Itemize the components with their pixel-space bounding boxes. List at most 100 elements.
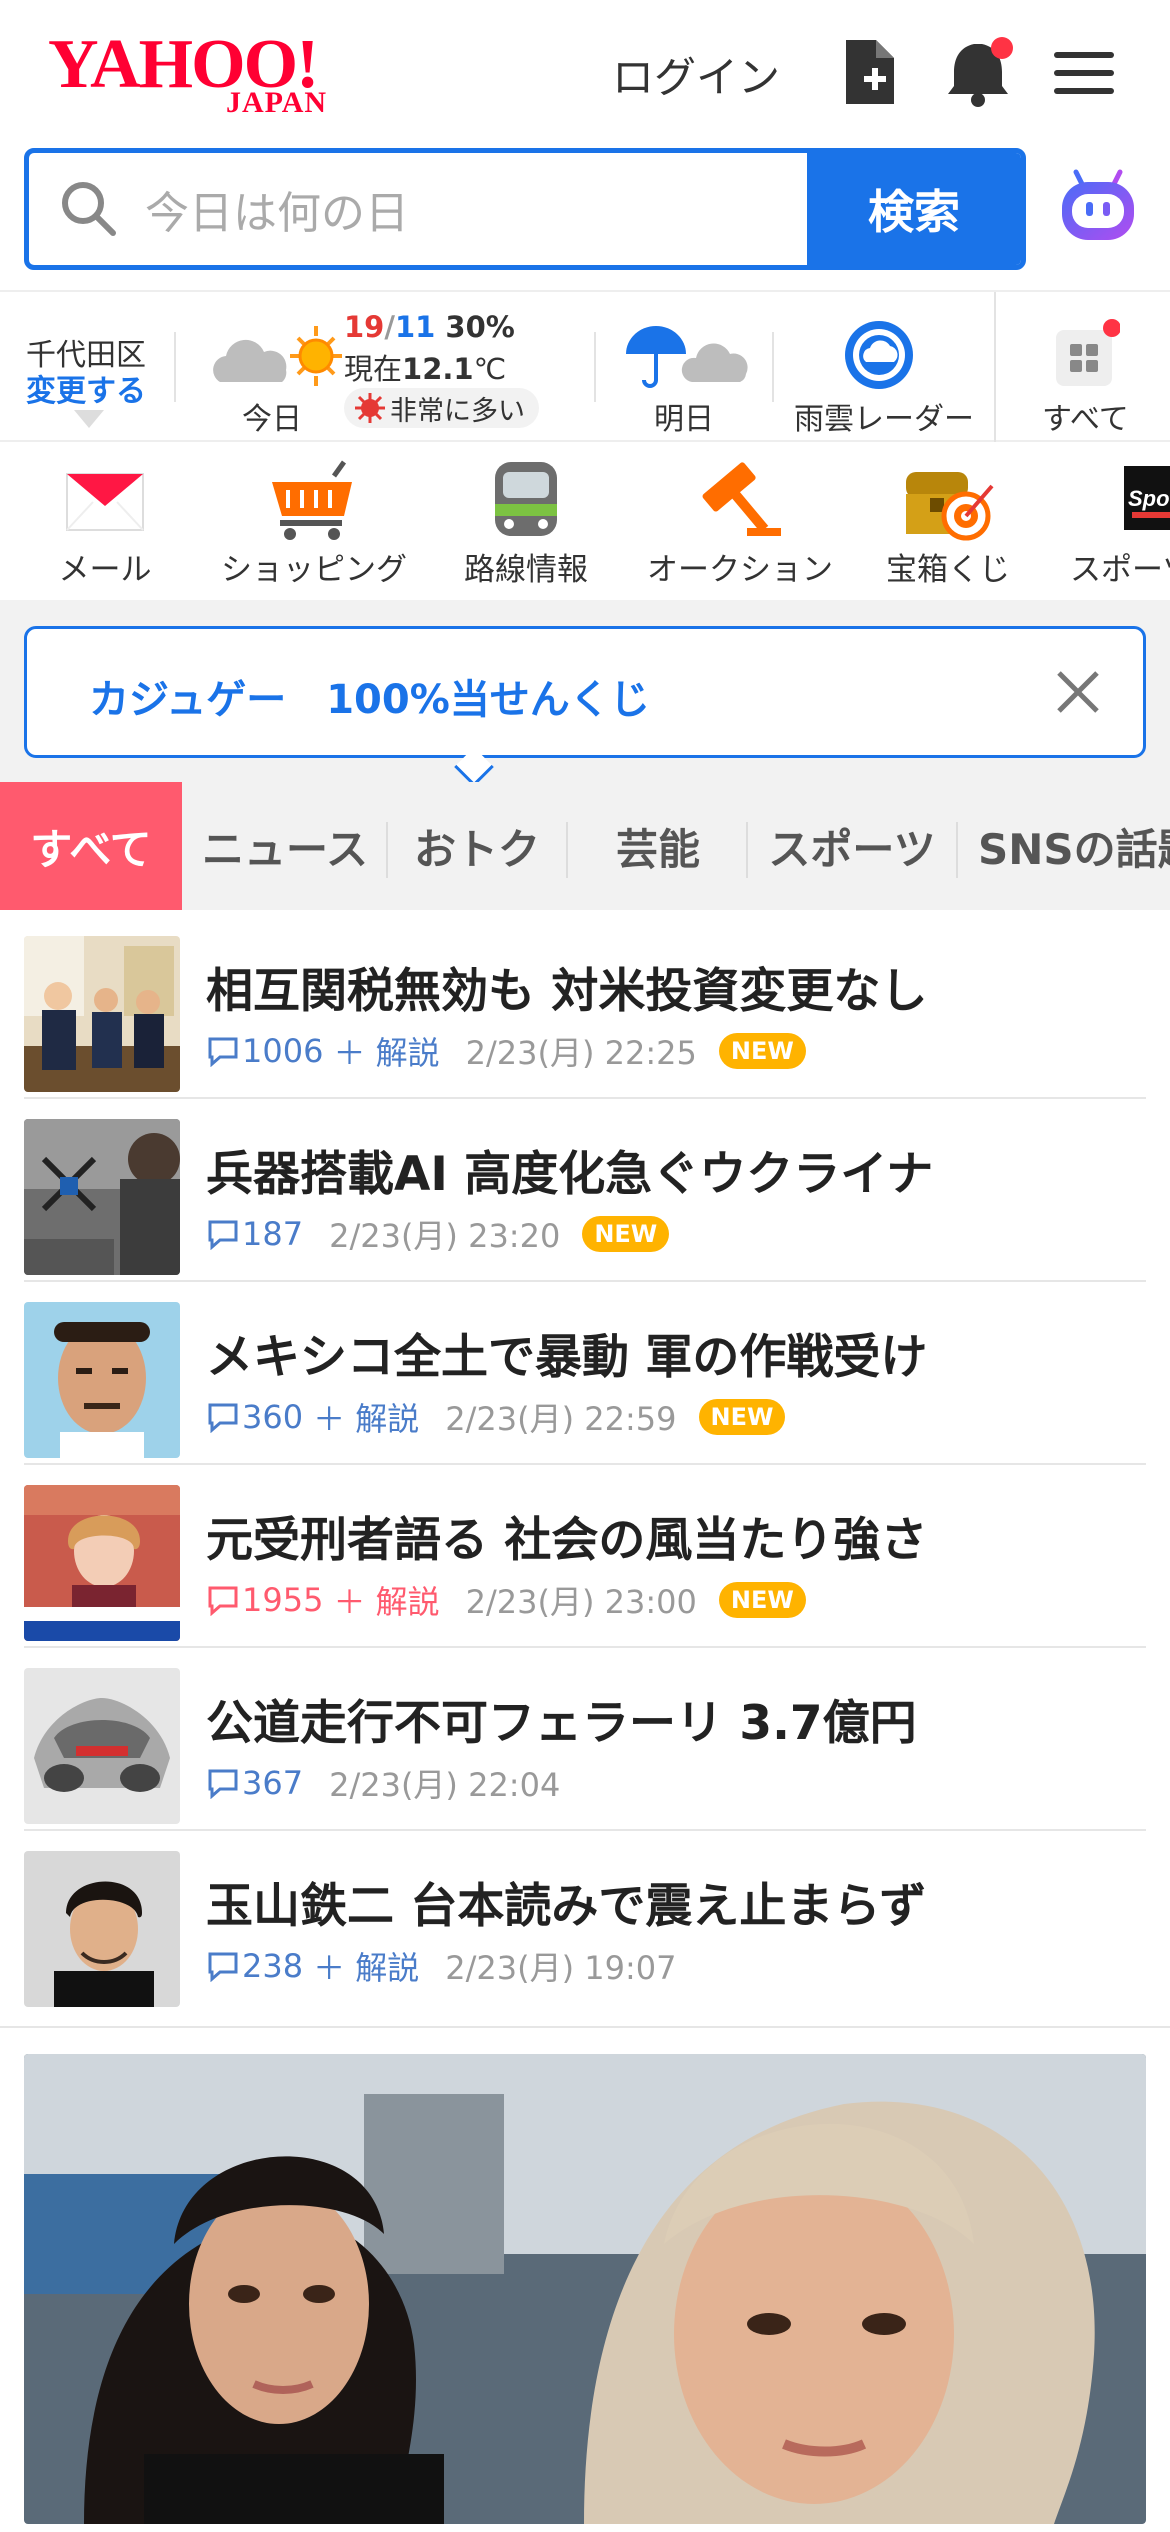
divider <box>0 2026 1170 2028</box>
news-time: 2/23(月) 19:07 <box>445 1949 677 1987</box>
tab-sports[interactable]: スポーツ <box>752 782 952 910</box>
comment-icon <box>208 1220 238 1250</box>
news-item[interactable]: 相互関税無効も 対米投資変更なし 1006 ＋ 解説 2/23(月) 22:25… <box>24 916 1146 1099</box>
precip-probability: 30% <box>445 310 515 344</box>
yahoo-japan-logo[interactable]: YAHOO! JAPAN <box>48 30 368 120</box>
news-item[interactable]: 公道走行不可フェラーリ 3.7億円 367 2/23(月) 22:04 <box>24 1648 1146 1831</box>
divider <box>174 332 176 402</box>
mail-icon <box>66 473 144 531</box>
tab-deals[interactable]: おトク <box>392 782 562 910</box>
news-title: 元受刑者語る 社会の風当たり強さ <box>206 1513 928 1568</box>
category-tabs: すべて ニュース おトク 芸能 スポーツ SNSの話題 <box>0 782 1170 910</box>
divider <box>772 332 774 402</box>
search-bar[interactable]: 今日は何の日 検索 <box>24 148 1026 270</box>
comment-count: 360 <box>242 1398 304 1436</box>
news-meta: 1006 ＋ 解説 2/23(月) 22:25 NEW <box>206 1028 806 1074</box>
news-thumbnail <box>24 936 180 1092</box>
news-time: 2/23(月) 22:25 <box>465 1034 697 1072</box>
service-icons-row: メール ショッピング 路線情報 オークション 宝箱くじ Spo スポー <box>0 444 1170 600</box>
service-shopping[interactable]: ショッピング <box>214 444 414 600</box>
service-label: オークション <box>647 552 833 588</box>
weather-strip: 千代田区 変更する 19/11 30% 現在12.1℃ 今日 非常に多い 明日 … <box>0 290 1170 442</box>
tomorrow-weather[interactable]: 明日 <box>610 302 760 442</box>
svg-text:Spo: Spo <box>1128 486 1170 511</box>
commentary-label: ＋ 解説 <box>313 1949 420 1987</box>
umbrella-cloudy-icon <box>626 326 748 388</box>
comment-count: 187 <box>242 1215 304 1253</box>
service-mail[interactable]: メール <box>40 444 170 600</box>
divider <box>594 332 596 402</box>
cloudy-sunny-icon <box>213 326 342 386</box>
service-label: 路線情報 <box>464 552 588 588</box>
change-location-link[interactable]: 変更する <box>26 366 146 410</box>
close-icon[interactable] <box>1053 667 1103 717</box>
comment-count: 238 <box>242 1947 304 1985</box>
tab-entertainment[interactable]: 芸能 <box>570 782 746 910</box>
commentary-label: ＋ 解説 <box>333 1034 440 1072</box>
search-icon <box>62 182 116 236</box>
comment-count: 367 <box>242 1764 304 1802</box>
news-thumbnail <box>24 1485 180 1641</box>
news-meta: 1955 ＋ 解説 2/23(月) 23:00 NEW <box>206 1577 806 1623</box>
tab-news[interactable]: ニュース <box>190 782 380 910</box>
news-item[interactable]: 元受刑者語る 社会の風当たり強さ 1955 ＋ 解説 2/23(月) 23:00… <box>24 1465 1146 1648</box>
news-thumbnail <box>24 1668 180 1824</box>
logo-sub: JAPAN <box>226 86 328 119</box>
tab-all[interactable]: すべて <box>0 782 182 910</box>
news-item[interactable]: 玉山鉄二 台本読みで震え止まらず 238 ＋ 解説 2/23(月) 19:07 <box>24 1831 1146 2014</box>
news-title: 公道走行不可フェラーリ 3.7億円 <box>206 1696 917 1751</box>
service-transit[interactable]: 路線情報 <box>456 444 596 600</box>
weather-all[interactable]: すべて <box>996 302 1170 442</box>
news-time: 2/23(月) 22:04 <box>329 1766 561 1804</box>
promo-banner[interactable]: カジュゲー 100%当せんくじ <box>24 626 1146 758</box>
auction-gavel-icon <box>702 462 781 536</box>
all-label: すべて <box>1042 402 1129 437</box>
search-input[interactable]: 今日は何の日 <box>145 177 409 241</box>
service-auction[interactable]: オークション <box>640 444 840 600</box>
news-time: 2/23(月) 22:59 <box>445 1400 677 1438</box>
service-sports[interactable]: Spo スポーツ <box>1064 444 1170 600</box>
notification-bell-icon[interactable] <box>944 36 1013 108</box>
news-title: 相互関税無効も 対米投資変更なし <box>206 964 928 1019</box>
service-label: 宝箱くじ <box>886 552 1010 588</box>
temp-low: 11 <box>394 310 436 344</box>
pollen-badge: 非常に多い <box>344 388 539 428</box>
radar-icon <box>845 321 913 389</box>
news-time: 2/23(月) 23:20 <box>329 1217 561 1255</box>
add-document-icon[interactable] <box>840 36 904 108</box>
current-temperature: 現在12.1℃ <box>344 346 506 388</box>
rain-radar[interactable]: 雨雲レーダー <box>780 302 980 442</box>
login-link[interactable]: ログイン <box>612 44 780 105</box>
service-label: メール <box>58 552 152 588</box>
grid-apps-icon <box>1056 319 1120 386</box>
comment-icon <box>208 1037 238 1067</box>
pollen-level: 非常に多い <box>390 395 525 427</box>
tab-sns[interactable]: SNSの話題 <box>962 782 1170 910</box>
service-label: ショッピング <box>221 552 407 588</box>
current-temp-value: 12.1 <box>402 352 474 386</box>
news-meta: 187 2/23(月) 23:20 NEW <box>206 1211 670 1257</box>
feature-image[interactable] <box>24 2054 1146 2524</box>
service-treasure-lottery[interactable]: 宝箱くじ <box>876 444 1020 600</box>
new-badge: NEW <box>582 1216 670 1252</box>
news-thumbnail <box>24 1119 180 1275</box>
news-meta: 238 ＋ 解説 2/23(月) 19:07 <box>206 1943 677 1989</box>
news-item[interactable]: 兵器搭載AI 高度化急ぐウクライナ 187 2/23(月) 23:20 NEW <box>24 1099 1146 1282</box>
current-temp-unit: ℃ <box>473 352 507 386</box>
shopping-cart-icon <box>272 460 352 540</box>
news-meta: 367 2/23(月) 22:04 <box>206 1760 560 1806</box>
news-time: 2/23(月) 23:00 <box>465 1583 697 1621</box>
tab-divider <box>386 822 388 878</box>
comment-count: 1006 <box>242 1032 324 1070</box>
search-button[interactable]: 検索 <box>807 153 1021 265</box>
sports-icon: Spo <box>1124 466 1170 530</box>
temperature-range: 19/11 30% <box>344 310 515 344</box>
radar-label: 雨雲レーダー <box>794 402 974 437</box>
ai-assistant-icon[interactable] <box>1058 166 1138 246</box>
news-item[interactable]: メキシコ全土で暴動 軍の作戦受け 360 ＋ 解説 2/23(月) 22:59 … <box>24 1282 1146 1465</box>
tab-divider <box>566 822 568 878</box>
comment-icon <box>208 1586 238 1616</box>
temp-high: 19 <box>344 310 385 344</box>
menu-icon[interactable] <box>1052 36 1116 108</box>
today-weather[interactable]: 19/11 30% 現在12.1℃ 今日 非常に多い <box>200 302 610 442</box>
